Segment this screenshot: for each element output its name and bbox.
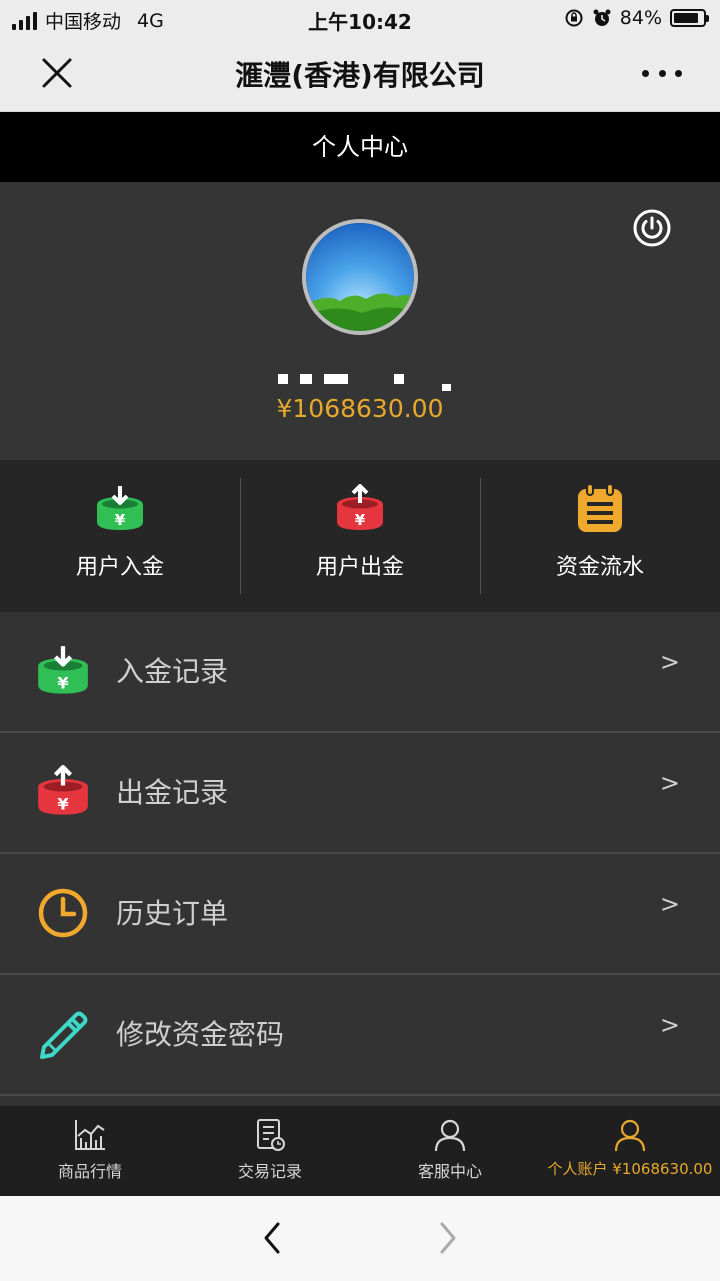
record-icon [257,1119,285,1151]
menu-item-order-history[interactable]: 历史订单 > [0,854,720,975]
chevron-right-icon: > [659,648,680,676]
quick-action-label: 用户出金 [315,555,404,580]
tab-bar: 商品行情 交易记录 客服中心 个人账户 ¥1068630.00 [0,1106,720,1196]
chevron-right-icon[interactable] [432,1218,462,1258]
page-title: 个人中心 [0,112,720,182]
quick-action-label: 资金流水 [555,555,644,580]
chevron-right-icon: > [659,890,680,918]
alarm-icon [593,9,611,26]
withdraw-icon: ¥ [38,765,88,815]
menu-item-label: 出金记录 [116,776,229,809]
app-frame: 中国移动 4G 上午10:42 84% 滙灃(香港)有限公司 个人中心 ¥106… [0,0,720,1281]
quick-action-fund-flow[interactable]: 资金流水 [480,460,720,612]
deposit-icon: ¥ [97,486,143,530]
menu-item-label: 入金记录 [116,655,229,688]
nav-bar: 滙灃(香港)有限公司 [0,36,720,112]
menu-item-deposit-records[interactable]: ¥ 入金记录 > [0,612,720,733]
quick-action-label: 用户入金 [75,555,164,580]
tab-label: 个人账户 ¥1068630.00 [547,1160,713,1178]
tab-customer-service[interactable]: 客服中心 [360,1106,540,1196]
menu-item-label: 历史订单 [116,897,229,930]
more-dots-icon[interactable] [642,58,682,88]
avatar-image [306,223,414,331]
account-balance: ¥1068630.00 [276,394,444,423]
menu-item-withdraw-records[interactable]: ¥ 出金记录 > [0,733,720,854]
menu-item-change-fund-password[interactable]: 修改资金密码 > [0,975,720,1096]
chart-icon [75,1120,105,1150]
tab-label: 商品行情 [57,1162,122,1181]
withdraw-icon: ¥ [337,484,383,530]
menu-list: ¥ 入金记录 > ¥ 出金记录 > 历史订单 > 修改资金密码 > [0,612,720,1106]
browser-toolbar [0,1196,720,1281]
pencil-icon [40,1011,88,1059]
quick-action-withdraw[interactable]: ¥ 用户出金 [240,460,480,612]
tab-market[interactable]: 商品行情 [0,1106,180,1196]
chevron-right-icon: > [659,1011,680,1039]
svg-text:¥: ¥ [355,511,366,529]
user-icon [434,1119,466,1152]
status-bar: 中国移动 4G 上午10:42 84% [0,0,720,36]
battery-percent: 84% [619,7,662,29]
menu-item-label: 修改资金密码 [116,1018,285,1051]
chevron-left-icon[interactable] [258,1218,288,1258]
masked-username [278,374,451,391]
close-icon[interactable] [38,54,76,92]
svg-text:¥: ¥ [57,673,69,692]
nav-title: 滙灃(香港)有限公司 [235,59,485,92]
avatar[interactable] [302,219,418,335]
quick-action-deposit[interactable]: ¥ 用户入金 [0,460,240,612]
svg-text:¥: ¥ [57,794,69,813]
rotation-lock-icon [565,9,583,27]
tab-trade-records[interactable]: 交易记录 [180,1106,360,1196]
chevron-right-icon: > [659,769,680,797]
battery-icon [670,9,709,27]
clock-icon [38,888,88,938]
user-icon [614,1119,646,1152]
tab-label: 客服中心 [417,1162,482,1181]
power-icon[interactable] [632,208,672,248]
status-right: 84% [564,7,709,29]
tab-label: 交易记录 [237,1162,302,1181]
tab-personal-account[interactable]: 个人账户 ¥1068630.00 [540,1106,720,1196]
svg-text:¥: ¥ [115,511,126,529]
quick-actions: ¥ 用户入金 ¥ 用户出金 资金流水 [0,460,720,612]
profile-panel: ¥1068630.00 [0,182,720,460]
deposit-icon: ¥ [38,646,88,694]
clipboard-icon [578,484,622,532]
